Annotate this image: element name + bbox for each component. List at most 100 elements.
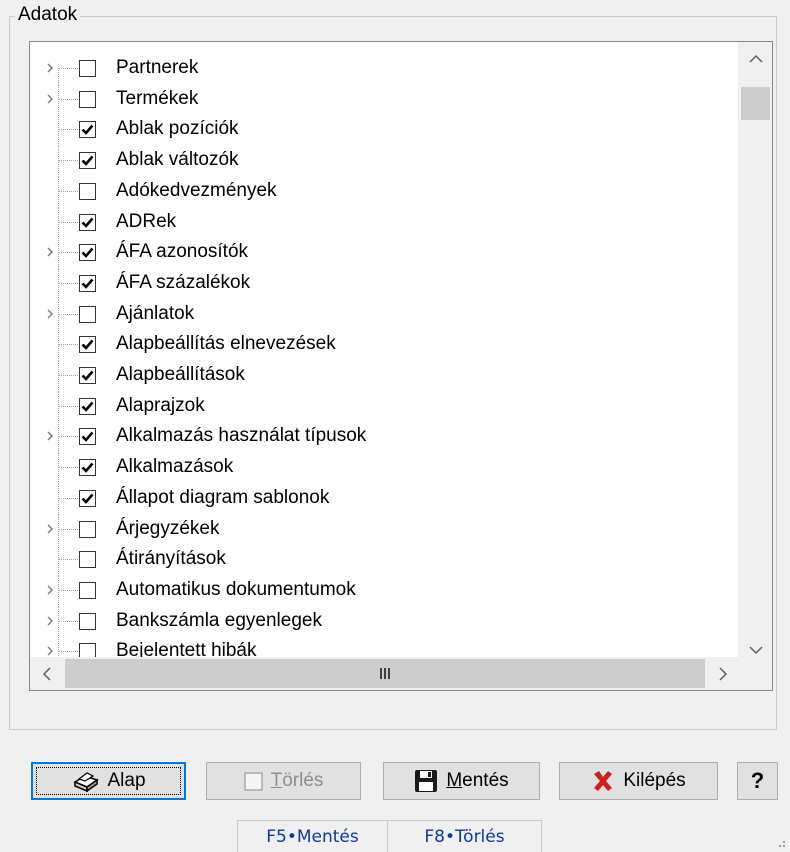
horizontal-scroll-thumb[interactable] [65, 659, 705, 688]
tree-item[interactable]: Átirányítások [30, 545, 740, 577]
horizontal-scrollbar[interactable] [30, 657, 740, 690]
checkmark-icon [81, 339, 94, 351]
alap-button[interactable]: Alap [31, 762, 186, 800]
tree-item[interactable]: Ablak változók [30, 146, 740, 178]
tree-item-checkbox[interactable] [79, 60, 96, 77]
resize-grip-icon[interactable] [774, 836, 786, 848]
tree-item-checkbox[interactable] [79, 520, 96, 538]
tree-item-checkbox[interactable] [79, 213, 96, 231]
tree-item-checkbox[interactable] [79, 551, 96, 569]
grip-lines-icon [379, 668, 390, 679]
tree-item[interactable]: Alaprajzok [30, 391, 740, 423]
tree-item-checkbox[interactable] [79, 459, 96, 477]
scroll-left-button[interactable] [30, 657, 63, 690]
tree-item-label: Ablak pozíciók [116, 118, 239, 140]
tree-connector-line [58, 405, 78, 407]
tree-connector-line [58, 313, 78, 315]
tree-item[interactable]: Alapbeállítás elnevezések [30, 330, 740, 362]
expand-chevron-icon[interactable] [46, 613, 55, 628]
vertical-scroll-thumb[interactable] [741, 87, 770, 120]
tree-item-checkbox[interactable] [79, 397, 96, 415]
status-f8-delete: F8•Törlés [387, 820, 542, 852]
tree-connector-line [58, 361, 59, 392]
tree-item[interactable]: ÁFA százalékok [30, 268, 740, 300]
status-f5-save: F5•Mentés [237, 820, 387, 852]
tree-connector-line [58, 514, 59, 546]
checkbox-icon [243, 771, 263, 791]
tree-item-checkbox[interactable] [79, 367, 96, 384]
chevron-up-icon [748, 54, 763, 63]
tree-item[interactable]: Állapot diagram sablonok [30, 483, 740, 515]
tree-item-checkbox[interactable] [79, 612, 96, 630]
tree-item-label: Adókedvezmények [116, 179, 277, 201]
tree-item-checkbox[interactable] [79, 182, 96, 200]
checkmark-icon [81, 155, 94, 167]
tree-connector-line [58, 497, 78, 499]
scroll-right-button[interactable] [707, 657, 740, 690]
tree-item-checkbox[interactable] [79, 428, 96, 446]
vertical-scrollbar[interactable] [738, 42, 772, 667]
tree-item[interactable]: Automatikus dokumentumok [30, 575, 740, 607]
tree-item-label: Ajánlatok [116, 302, 195, 324]
tree-item-label: Partnerek [116, 57, 199, 78]
tree-item[interactable]: Ablak pozíciók [30, 115, 740, 147]
printer-icon [73, 772, 100, 792]
tree-item-checkbox[interactable] [79, 336, 96, 354]
expand-chevron-icon[interactable] [46, 306, 55, 321]
tree-item-checkbox[interactable] [79, 121, 96, 139]
help-button[interactable]: ? [737, 762, 778, 800]
data-tree[interactable]: Partnerek Termékek Ablak pozíciók Ablak vál… [29, 41, 773, 691]
tree-item-label: Állapot diagram sablonok [116, 486, 330, 508]
scroll-up-button[interactable] [739, 42, 772, 75]
tree-item[interactable]: Bankszámla egyenlegek [30, 606, 740, 638]
tree-item-checkbox[interactable] [79, 152, 96, 170]
expand-chevron-icon[interactable] [46, 582, 55, 597]
tree-item[interactable]: ADRek [30, 207, 740, 239]
tree-item-checkbox[interactable] [79, 305, 96, 323]
tree-item-label: ÁFA azonosítók [116, 241, 249, 263]
tree-item[interactable]: Árjegyzékek [30, 514, 740, 546]
tree-item-checkbox[interactable] [79, 581, 96, 599]
checkmark-icon [81, 462, 94, 474]
tree-item[interactable]: Adókedvezmények [30, 176, 740, 208]
expand-chevron-icon[interactable] [46, 521, 55, 536]
tree-item-label: Átirányítások [116, 548, 226, 570]
tree-item-label: Alaprajzok [116, 394, 205, 416]
chevron-left-icon [42, 666, 51, 681]
tree-connector-line [58, 299, 59, 331]
scrollbar-corner [739, 657, 772, 690]
tree-item-label: Bankszámla egyenlegek [116, 609, 322, 631]
expand-chevron-icon[interactable] [46, 61, 55, 75]
tree-connector-line [58, 176, 59, 208]
expand-chevron-icon[interactable] [46, 91, 55, 106]
tree-item-checkbox[interactable] [79, 244, 96, 262]
checkmark-icon [81, 432, 94, 443]
tree-connector-line [58, 282, 78, 284]
tree-item-label: Alkalmazások [116, 456, 234, 478]
tree-item[interactable]: ÁFA azonosítók [30, 238, 740, 270]
tree-connector-line [58, 238, 59, 270]
tree-item[interactable]: Ajánlatok [30, 299, 740, 331]
tree-item-checkbox[interactable] [79, 274, 96, 292]
tree-connector-line [58, 129, 78, 131]
tree-item[interactable]: Alkalmazás használat típusok [30, 422, 740, 454]
mentes-button[interactable]: Mentés [383, 762, 540, 800]
tree-item[interactable]: Alapbeállítások [30, 361, 740, 392]
mentes-button-label: Mentés [446, 770, 509, 791]
tree-item[interactable]: Termékek [30, 84, 740, 116]
torles-button[interactable]: Törlés [206, 762, 361, 800]
tree-item[interactable]: Partnerek [30, 54, 740, 85]
tree-connector-line [58, 330, 59, 362]
tree-item-label: Ablak változók [116, 149, 239, 171]
expand-chevron-icon[interactable] [46, 245, 55, 260]
status-bar: F5•Mentés F8•Törlés [0, 818, 790, 852]
alap-button-label: Alap [107, 770, 146, 791]
torles-button-label: Törlés [270, 770, 324, 791]
tree-item-label: Alapbeállítások [116, 364, 245, 385]
tree-item[interactable]: Alkalmazások [30, 453, 740, 485]
tree-item-checkbox[interactable] [79, 90, 96, 108]
kilepes-button[interactable]: Kilépés [559, 762, 718, 800]
checkmark-icon [81, 125, 94, 136]
expand-chevron-icon[interactable] [46, 429, 55, 444]
tree-item-checkbox[interactable] [79, 489, 96, 507]
